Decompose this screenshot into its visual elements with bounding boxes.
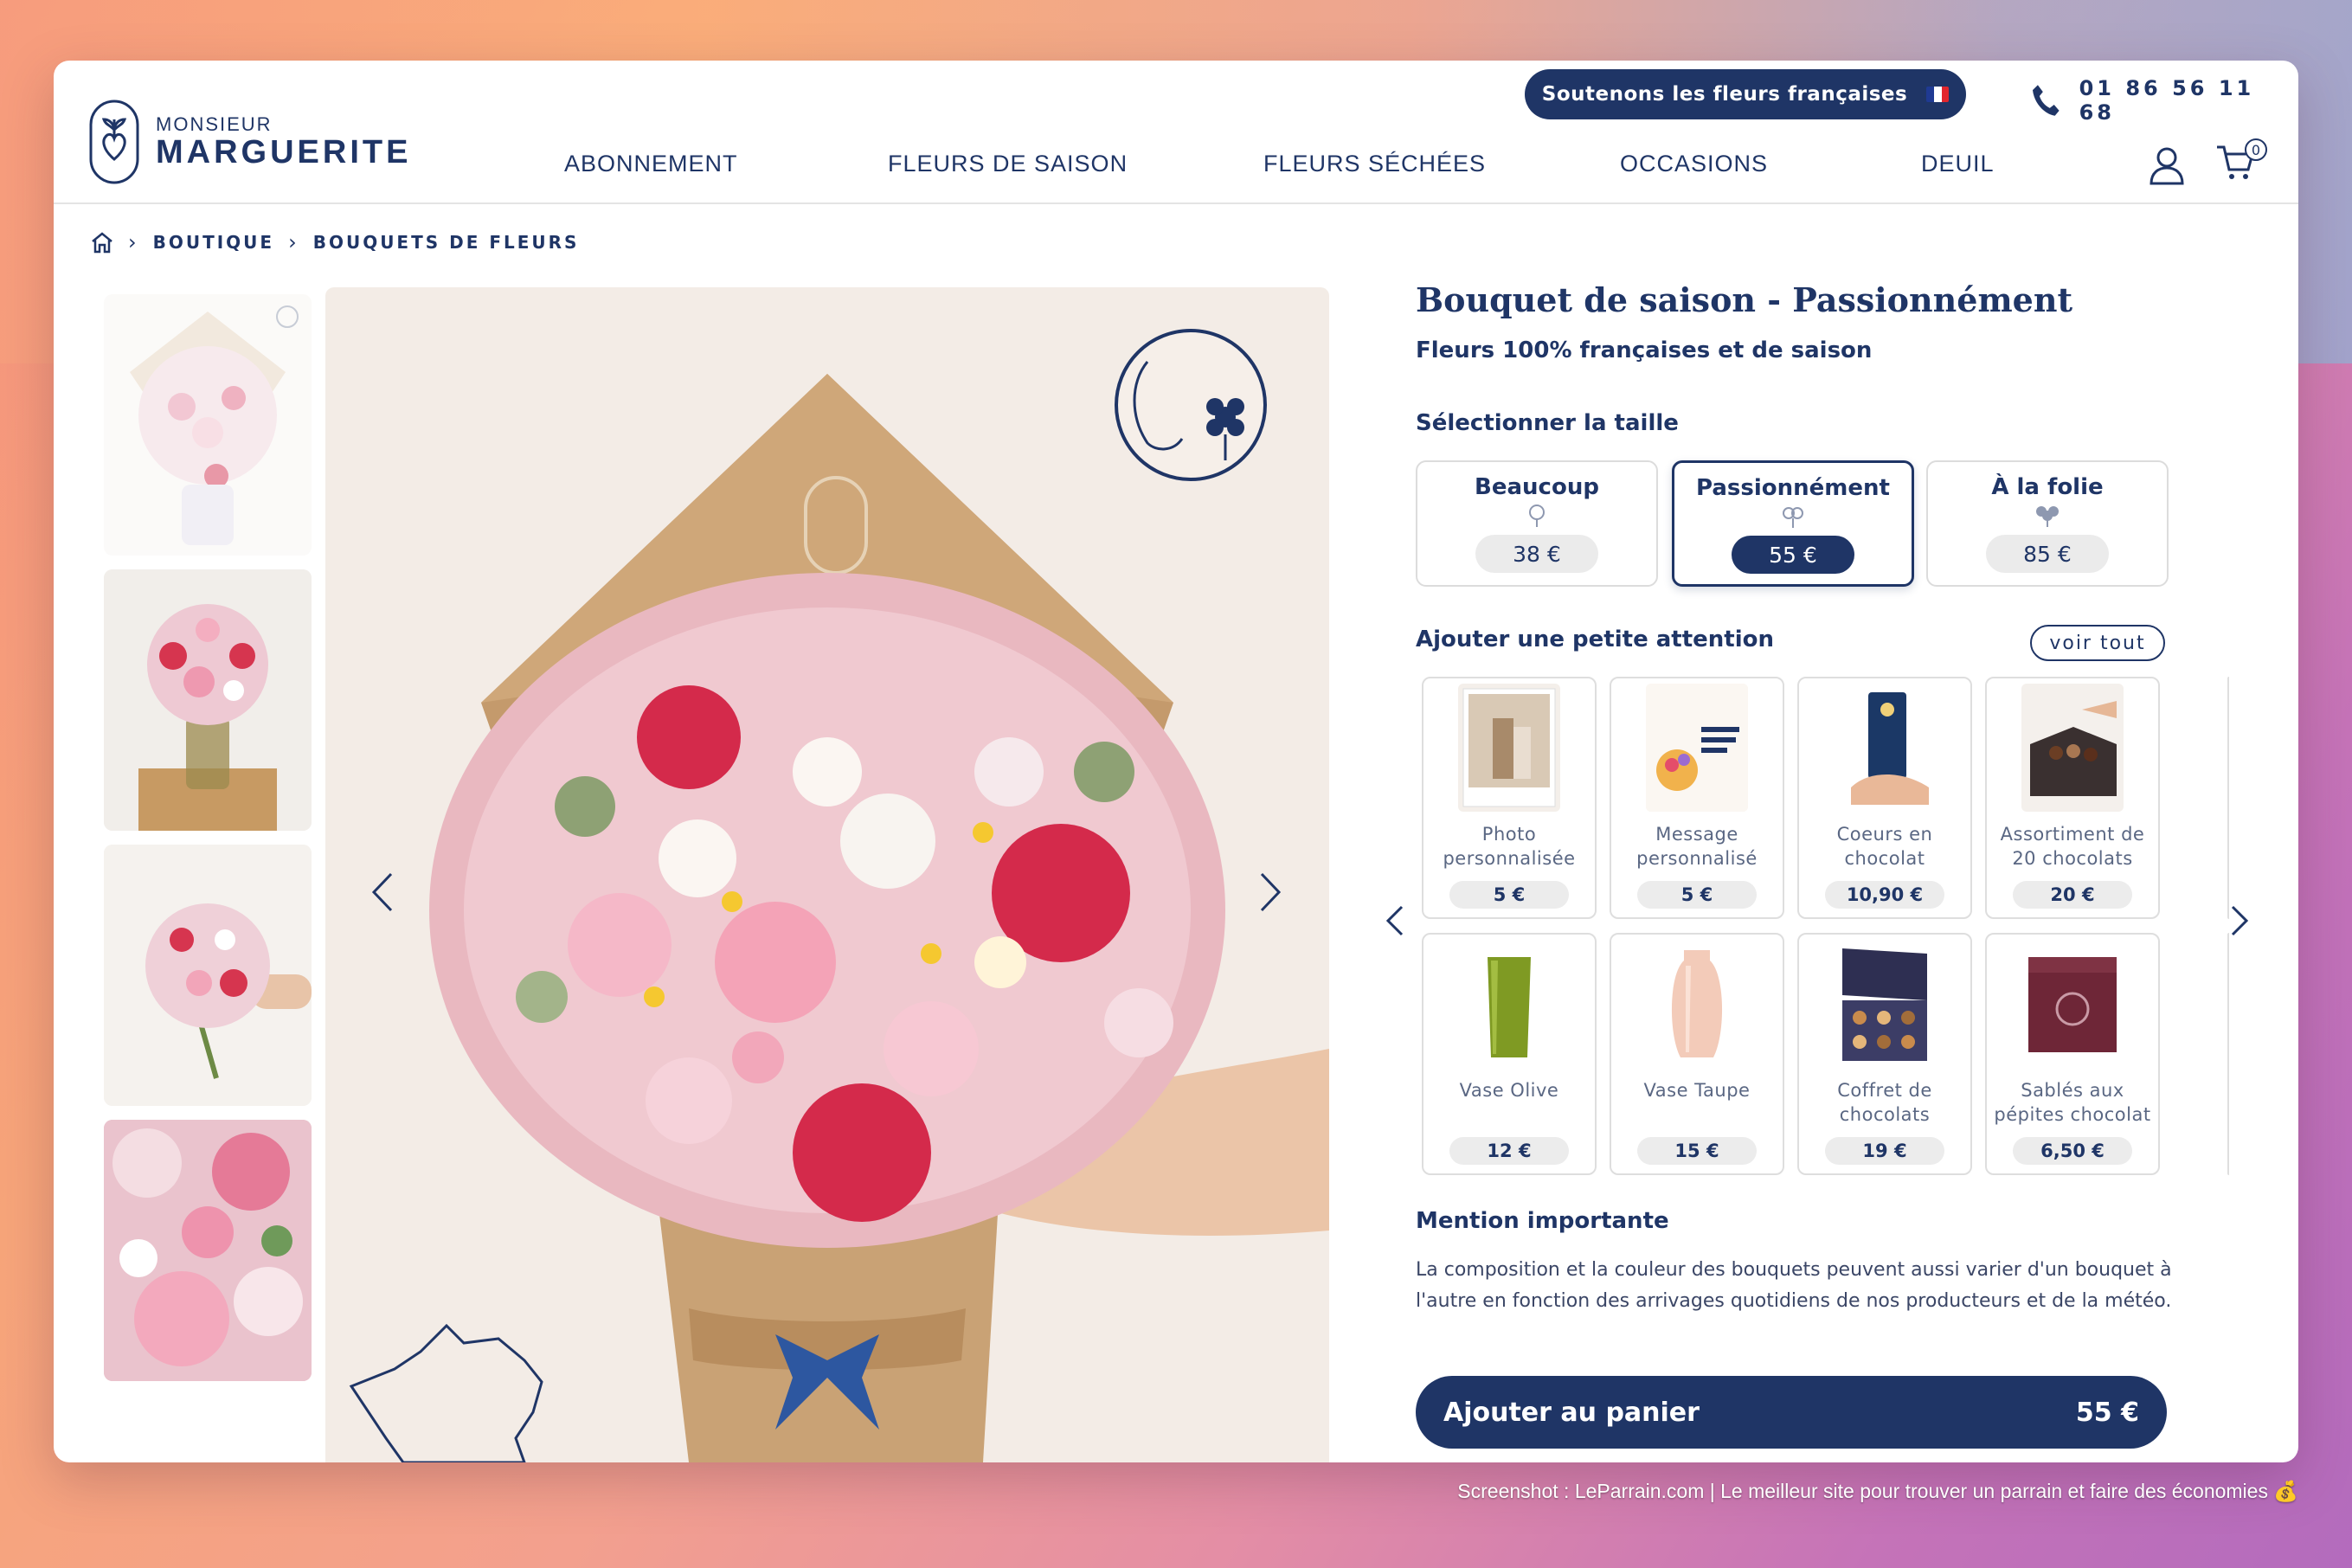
gift-name: Coeurs en chocolat	[1836, 824, 1933, 869]
nav-fleurs-de-saison[interactable]: FLEURS DE SAISON	[888, 151, 1128, 177]
gift-image	[1458, 684, 1560, 812]
size-name: Passionnément	[1696, 475, 1890, 501]
chevron-right-icon	[1260, 872, 1282, 912]
size-option-a-la-folie[interactable]: À la folie 85 €	[1926, 460, 2169, 587]
gift-image	[1646, 940, 1748, 1068]
browser-window: MONSIEUR MARGUERITE Soutenons les fleurs…	[54, 61, 2298, 1462]
cart-count-badge: 0	[2245, 138, 2267, 161]
size-name: Beaucoup	[1475, 474, 1599, 500]
size-price: 55 €	[1732, 536, 1854, 574]
nav-abonnement[interactable]: ABONNEMENT	[564, 151, 738, 177]
image-prev-arrow[interactable]	[360, 862, 403, 922]
thumbnail-4[interactable]	[104, 1120, 312, 1381]
gift-next-card-edge	[2227, 933, 2231, 1175]
gift-card-photo[interactable]: Photo personnalisée 5 €	[1422, 677, 1597, 919]
gift-card-coffret-chocolats[interactable]: Coffret de chocolats 19 €	[1797, 933, 1972, 1175]
voir-tout-button[interactable]: voir tout	[2030, 625, 2165, 661]
size-price: 85 €	[1986, 535, 2109, 573]
gift-card-message[interactable]: Message personnalisé 5 €	[1610, 677, 1784, 919]
size-option-beaucoup[interactable]: Beaucoup 38 €	[1416, 460, 1658, 587]
add-to-cart-label: Ajouter au panier	[1443, 1397, 1700, 1428]
breadcrumb: › BOUTIQUE › BOUQUETS DE FLEURS	[90, 230, 579, 254]
gift-price: 19 €	[1825, 1137, 1944, 1165]
gift-price: 20 €	[2013, 881, 2132, 909]
thumbnail-hand-image	[104, 845, 312, 1106]
breadcrumb-boutique[interactable]: BOUTIQUE	[153, 232, 274, 253]
breadcrumb-bouquets[interactable]: BOUQUETS DE FLEURS	[313, 232, 580, 253]
mention-label: Mention importante	[1416, 1208, 1669, 1234]
gift-name: Assortiment de 20 chocolats	[2000, 824, 2145, 869]
gift-price: 10,90 €	[1825, 881, 1944, 909]
product-subtitle: Fleurs 100% françaises et de saison	[1416, 337, 1873, 363]
chevron-left-icon	[371, 872, 393, 912]
gift-name: Vase Taupe	[1643, 1080, 1751, 1101]
gift-next-card-edge	[2227, 677, 2231, 919]
bouquet-illustration	[349, 329, 1329, 1462]
thumbnail-2[interactable]	[104, 569, 312, 831]
gift-image	[1646, 684, 1748, 812]
gift-image	[1834, 940, 1936, 1068]
thumbnail-1[interactable]	[104, 294, 312, 556]
thumbnail-3[interactable]	[104, 845, 312, 1106]
gift-card-assortiment[interactable]: Assortiment de 20 chocolats 20 €	[1985, 677, 2160, 919]
gift-price: 15 €	[1637, 1137, 1757, 1165]
gift-image	[1834, 684, 1936, 812]
thumbnail-vase-image	[104, 569, 312, 831]
size-name: À la folie	[1991, 474, 2104, 500]
gift-name: Sablés aux pépites chocolat	[1994, 1080, 2151, 1125]
screenshot-credit: Screenshot : LeParrain.com | Le meilleur…	[1457, 1480, 2298, 1502]
gift-price: 12 €	[1449, 1137, 1569, 1165]
product-info-panel: Bouquet de saison - Passionnément Fleurs…	[1385, 61, 2249, 1462]
gift-next-arrow[interactable]	[2229, 903, 2250, 938]
breadcrumb-separator-icon: ›	[288, 230, 299, 254]
add-to-cart-price: 55 €	[2075, 1397, 2139, 1428]
gift-price: 6,50 €	[2013, 1137, 2132, 1165]
gift-name: Vase Olive	[1459, 1080, 1559, 1101]
gift-image	[2021, 684, 2124, 812]
gift-name: Message personnalisé	[1636, 824, 1758, 869]
breadcrumb-separator-icon: ›	[128, 230, 139, 254]
size-section-label: Sélectionner la taille	[1416, 410, 1679, 436]
mention-text: La composition et la couleur des bouquet…	[1416, 1259, 2172, 1312]
home-icon[interactable]	[90, 231, 114, 254]
add-to-cart-button[interactable]: Ajouter au panier 55 €	[1416, 1376, 2167, 1449]
main-product-image	[325, 287, 1329, 1462]
gift-card-vase-olive[interactable]: Vase Olive 12 €	[1422, 933, 1597, 1175]
flower-icon	[2036, 506, 2059, 527]
gift-card-sables[interactable]: Sablés aux pépites chocolat 6,50 €	[1985, 933, 2160, 1175]
logo-small-text: MONSIEUR	[156, 112, 273, 135]
image-next-arrow[interactable]	[1250, 862, 1293, 922]
gift-card-vase-taupe[interactable]: Vase Taupe 15 €	[1610, 933, 1784, 1175]
gift-price: 5 €	[1637, 881, 1757, 909]
gift-name: Coffret de chocolats	[1837, 1080, 1932, 1125]
thumbnail-closeup-image	[104, 1120, 312, 1381]
product-title: Bouquet de saison - Passionnément	[1416, 280, 2073, 319]
gift-section-label: Ajouter une petite attention	[1416, 627, 1775, 652]
gift-image	[2021, 940, 2124, 1068]
flower-icon	[1529, 504, 1545, 527]
gift-prev-arrow[interactable]	[1385, 903, 1405, 938]
size-option-passionnement[interactable]: Passionnément 55 €	[1672, 460, 1914, 587]
flower-icon	[1783, 507, 1803, 528]
gift-price: 5 €	[1449, 881, 1569, 909]
gift-card-coeurs-chocolat[interactable]: Coeurs en chocolat 10,90 €	[1797, 677, 1972, 919]
size-price: 38 €	[1475, 535, 1598, 573]
gift-image	[1458, 940, 1560, 1068]
gift-name: Photo personnalisée	[1443, 824, 1576, 869]
thumbnail-bouquet-image	[130, 305, 299, 545]
